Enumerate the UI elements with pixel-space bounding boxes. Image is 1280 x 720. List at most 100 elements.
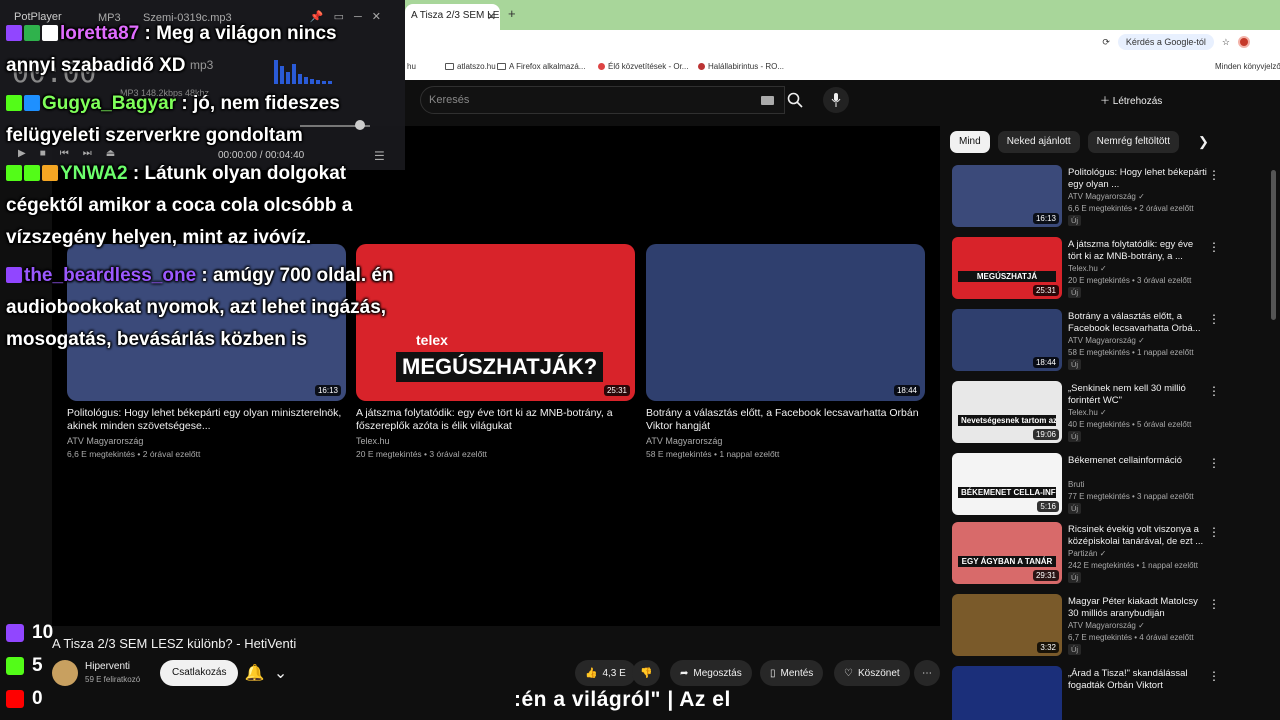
recommendation-item[interactable]: 16:13 Politológus: Hogy lehet békepárti … — [952, 165, 1267, 229]
recommendation-channel[interactable]: ATV Magyarország ✓ — [1068, 192, 1145, 201]
join-button[interactable]: Csatlakozás — [160, 660, 239, 686]
all-bookmarks[interactable]: Minden könyvjelző — [1215, 62, 1280, 71]
profile-avatar[interactable] — [1238, 36, 1250, 48]
menu-icon[interactable]: ☰ — [374, 149, 385, 163]
end-card[interactable]: 18:44 Botrány a választás előtt, a Faceb… — [646, 244, 925, 459]
chevron-right-icon[interactable]: ❯ — [1198, 134, 1209, 150]
more-vert-icon[interactable]: ⋮ — [1208, 240, 1220, 254]
voice-search-button[interactable] — [823, 87, 849, 113]
recommendation-thumbnail[interactable]: 16:13 — [952, 165, 1062, 227]
channel-name[interactable]: Hiperventi — [85, 661, 130, 672]
recommendation-channel[interactable]: Partizán ✓ — [1068, 549, 1106, 558]
end-card-channel[interactable]: Telex.hu — [356, 436, 635, 446]
recommendation-item[interactable]: EGY ÁGYBAN A TANÁR 29:31 Ricsinek évekig… — [952, 522, 1267, 586]
recommendation-channel[interactable]: Bruti — [1068, 480, 1084, 489]
end-card-thumbnail[interactable]: 18:44 — [646, 244, 925, 401]
more-vert-icon[interactable]: ⋮ — [1208, 669, 1220, 683]
recommendation-channel[interactable]: Telex.hu ✓ — [1068, 264, 1107, 273]
more-vert-icon[interactable]: ⋮ — [1208, 525, 1220, 539]
chip-recommended[interactable]: Neked ajánlott — [997, 131, 1080, 153]
subscriber-count: 59 E feliratkozó — [85, 675, 141, 684]
more-vert-icon[interactable]: ⋮ — [1208, 456, 1220, 470]
ask-google-button[interactable]: Kérdés a Google-tól — [1117, 34, 1214, 50]
recommendation-title[interactable]: Ricsinek évekig volt viszonya a középisk… — [1068, 524, 1208, 548]
recommendation-thumbnail[interactable] — [952, 666, 1062, 720]
viewer-count: 5 — [32, 655, 43, 676]
recommendation-meta: 6,7 E megtekintés • 4 órával ezelőtt — [1068, 633, 1194, 642]
more-actions-button[interactable]: ⋯ — [914, 660, 940, 686]
notification-button[interactable]: 🔔 ⌄ — [240, 660, 292, 686]
viewer-count: 10 — [32, 622, 54, 643]
search-button[interactable] — [775, 86, 815, 114]
heart-icon: ♡ — [844, 667, 853, 679]
dislike-button[interactable]: 👎 — [632, 660, 661, 686]
more-vert-icon[interactable]: ⋮ — [1208, 312, 1220, 326]
chip-all[interactable]: Mind — [950, 131, 990, 153]
chip-recent[interactable]: Nemrég feltöltött — [1087, 131, 1179, 153]
bookmark-star-icon[interactable]: ☆ — [1222, 37, 1230, 48]
chat-message: loretta87 : Meg a világon nincs — [6, 18, 337, 50]
recommendation-thumbnail[interactable]: BÉKEMENET CELLA-INFORMÁCIÓ 5:16 — [952, 453, 1062, 515]
close-tab-icon[interactable]: ✕ — [487, 10, 496, 23]
like-button[interactable]: 👍 4,3 E — [575, 660, 636, 686]
recommendation-thumbnail[interactable]: 18:44 — [952, 309, 1062, 371]
recommendation-title[interactable]: Békemenet cellainformáció — [1068, 455, 1208, 467]
recommendation-channel[interactable]: ATV Magyarország ✓ — [1068, 621, 1145, 630]
save-button[interactable]: ▯ Mentés — [760, 660, 824, 686]
address-bar[interactable]: ⟳ Kérdés a Google-tól ☆ — [405, 30, 1280, 56]
recommendation-item[interactable]: MEGÚSZHATJÁ 25:31 A játszma folytatódik:… — [952, 237, 1267, 301]
end-card-title[interactable]: A játszma folytatódik: egy éve tört ki a… — [356, 407, 635, 433]
more-vert-icon[interactable]: ⋮ — [1208, 168, 1220, 182]
browser-tab[interactable]: A Tisza 2/3 SEM LESZ különb ✕ — [405, 4, 500, 30]
end-card-channel[interactable]: ATV Magyarország — [67, 436, 346, 446]
recommendation-meta: 77 E megtekintés • 3 nappal ezelőtt — [1068, 492, 1194, 501]
reload-icon[interactable]: ⟳ — [1102, 37, 1110, 48]
end-card-title[interactable]: Botrány a választás előtt, a Facebook le… — [646, 407, 925, 433]
bookmark-item[interactable]: atlatszo.hu — [445, 62, 496, 71]
recommendation-title[interactable]: „Senkinek nem kell 30 millió forintért W… — [1068, 383, 1208, 407]
end-card-thumbnail[interactable]: telex MEGÚSZHATJÁK? 25:31 — [356, 244, 635, 401]
recommendation-title[interactable]: „Árad a Tisza!" skandálással fogadták Or… — [1068, 668, 1208, 692]
recommendation-item[interactable]: 18:44 Botrány a választás előtt, a Faceb… — [952, 309, 1267, 373]
end-card-channel[interactable]: ATV Magyarország — [646, 436, 925, 446]
end-card[interactable]: telex MEGÚSZHATJÁK? 25:31 A játszma foly… — [356, 244, 635, 459]
create-button[interactable]: ＋ Létrehozás — [1100, 92, 1162, 107]
recommendation-item[interactable]: Nevetségesnek tartom az egészet 19:06 „S… — [952, 381, 1267, 445]
recommendation-title[interactable]: Magyar Péter kiakadt Matolcsy 30 milliós… — [1068, 596, 1208, 620]
new-tab-button[interactable]: + — [508, 6, 516, 21]
filter-chips: Mind Neked ajánlott Nemrég feltöltött — [950, 131, 1179, 153]
more-vert-icon[interactable]: ⋮ — [1208, 597, 1220, 611]
bookmark-item[interactable]: A Firefox alkalmazá... — [497, 62, 585, 71]
recommendation-thumbnail[interactable]: EGY ÁGYBAN A TANÁR 29:31 — [952, 522, 1062, 584]
recommendation-item[interactable]: 3:32 Magyar Péter kiakadt Matolcsy 30 mi… — [952, 594, 1267, 658]
potplayer-format: mp3 — [190, 58, 214, 72]
end-card-title[interactable]: Politológus: Hogy lehet békepárti egy ol… — [67, 407, 346, 433]
youtube-header: Keresés ＋ Létrehozás — [405, 80, 1280, 120]
keyboard-icon[interactable] — [761, 96, 774, 105]
recommendation-item[interactable]: „Árad a Tisza!" skandálással fogadták Or… — [952, 666, 1267, 720]
recommendation-channel[interactable]: Telex.hu ✓ — [1068, 408, 1107, 417]
recommendation-title[interactable]: Politológus: Hogy lehet békepárti egy ol… — [1068, 167, 1208, 191]
share-button[interactable]: ➦ Megosztás — [670, 660, 752, 686]
new-badge: Új — [1068, 215, 1082, 226]
duration-badge: 18:44 — [893, 385, 920, 396]
channel-avatar[interactable] — [52, 660, 78, 686]
recommendation-thumbnail[interactable]: Nevetségesnek tartom az egészet 19:06 — [952, 381, 1062, 443]
recommendation-item[interactable]: BÉKEMENET CELLA-INFORMÁCIÓ 5:16 Békemene… — [952, 453, 1267, 517]
bookmark-item[interactable]: Élő közvetítések - Or... — [598, 62, 688, 71]
recommendation-channel[interactable]: ATV Magyarország ✓ — [1068, 336, 1145, 345]
recommendation-thumbnail[interactable]: 3:32 — [952, 594, 1062, 656]
recommendation-thumbnail[interactable]: MEGÚSZHATJÁ 25:31 — [952, 237, 1062, 299]
search-input[interactable]: Keresés — [420, 86, 785, 114]
recommendation-title[interactable]: Botrány a választás előtt, a Facebook le… — [1068, 311, 1208, 335]
bookmark-item[interactable]: hu — [407, 62, 416, 71]
more-vert-icon[interactable]: ⋮ — [1208, 384, 1220, 398]
browser-tab-bar: A Tisza 2/3 SEM LESZ különb ✕ + — [405, 0, 1280, 30]
caption-text: :én a világról" | Az el — [514, 688, 731, 711]
thanks-button[interactable]: ♡ Köszönet — [834, 660, 910, 686]
youtube-icon — [6, 690, 24, 708]
volume-knob[interactable] — [355, 120, 365, 130]
scrollbar[interactable] — [1271, 170, 1276, 320]
recommendation-title[interactable]: A játszma folytatódik: egy éve tört ki a… — [1068, 239, 1208, 263]
bookmark-item[interactable]: Halállabirintus - RO... — [698, 62, 784, 71]
